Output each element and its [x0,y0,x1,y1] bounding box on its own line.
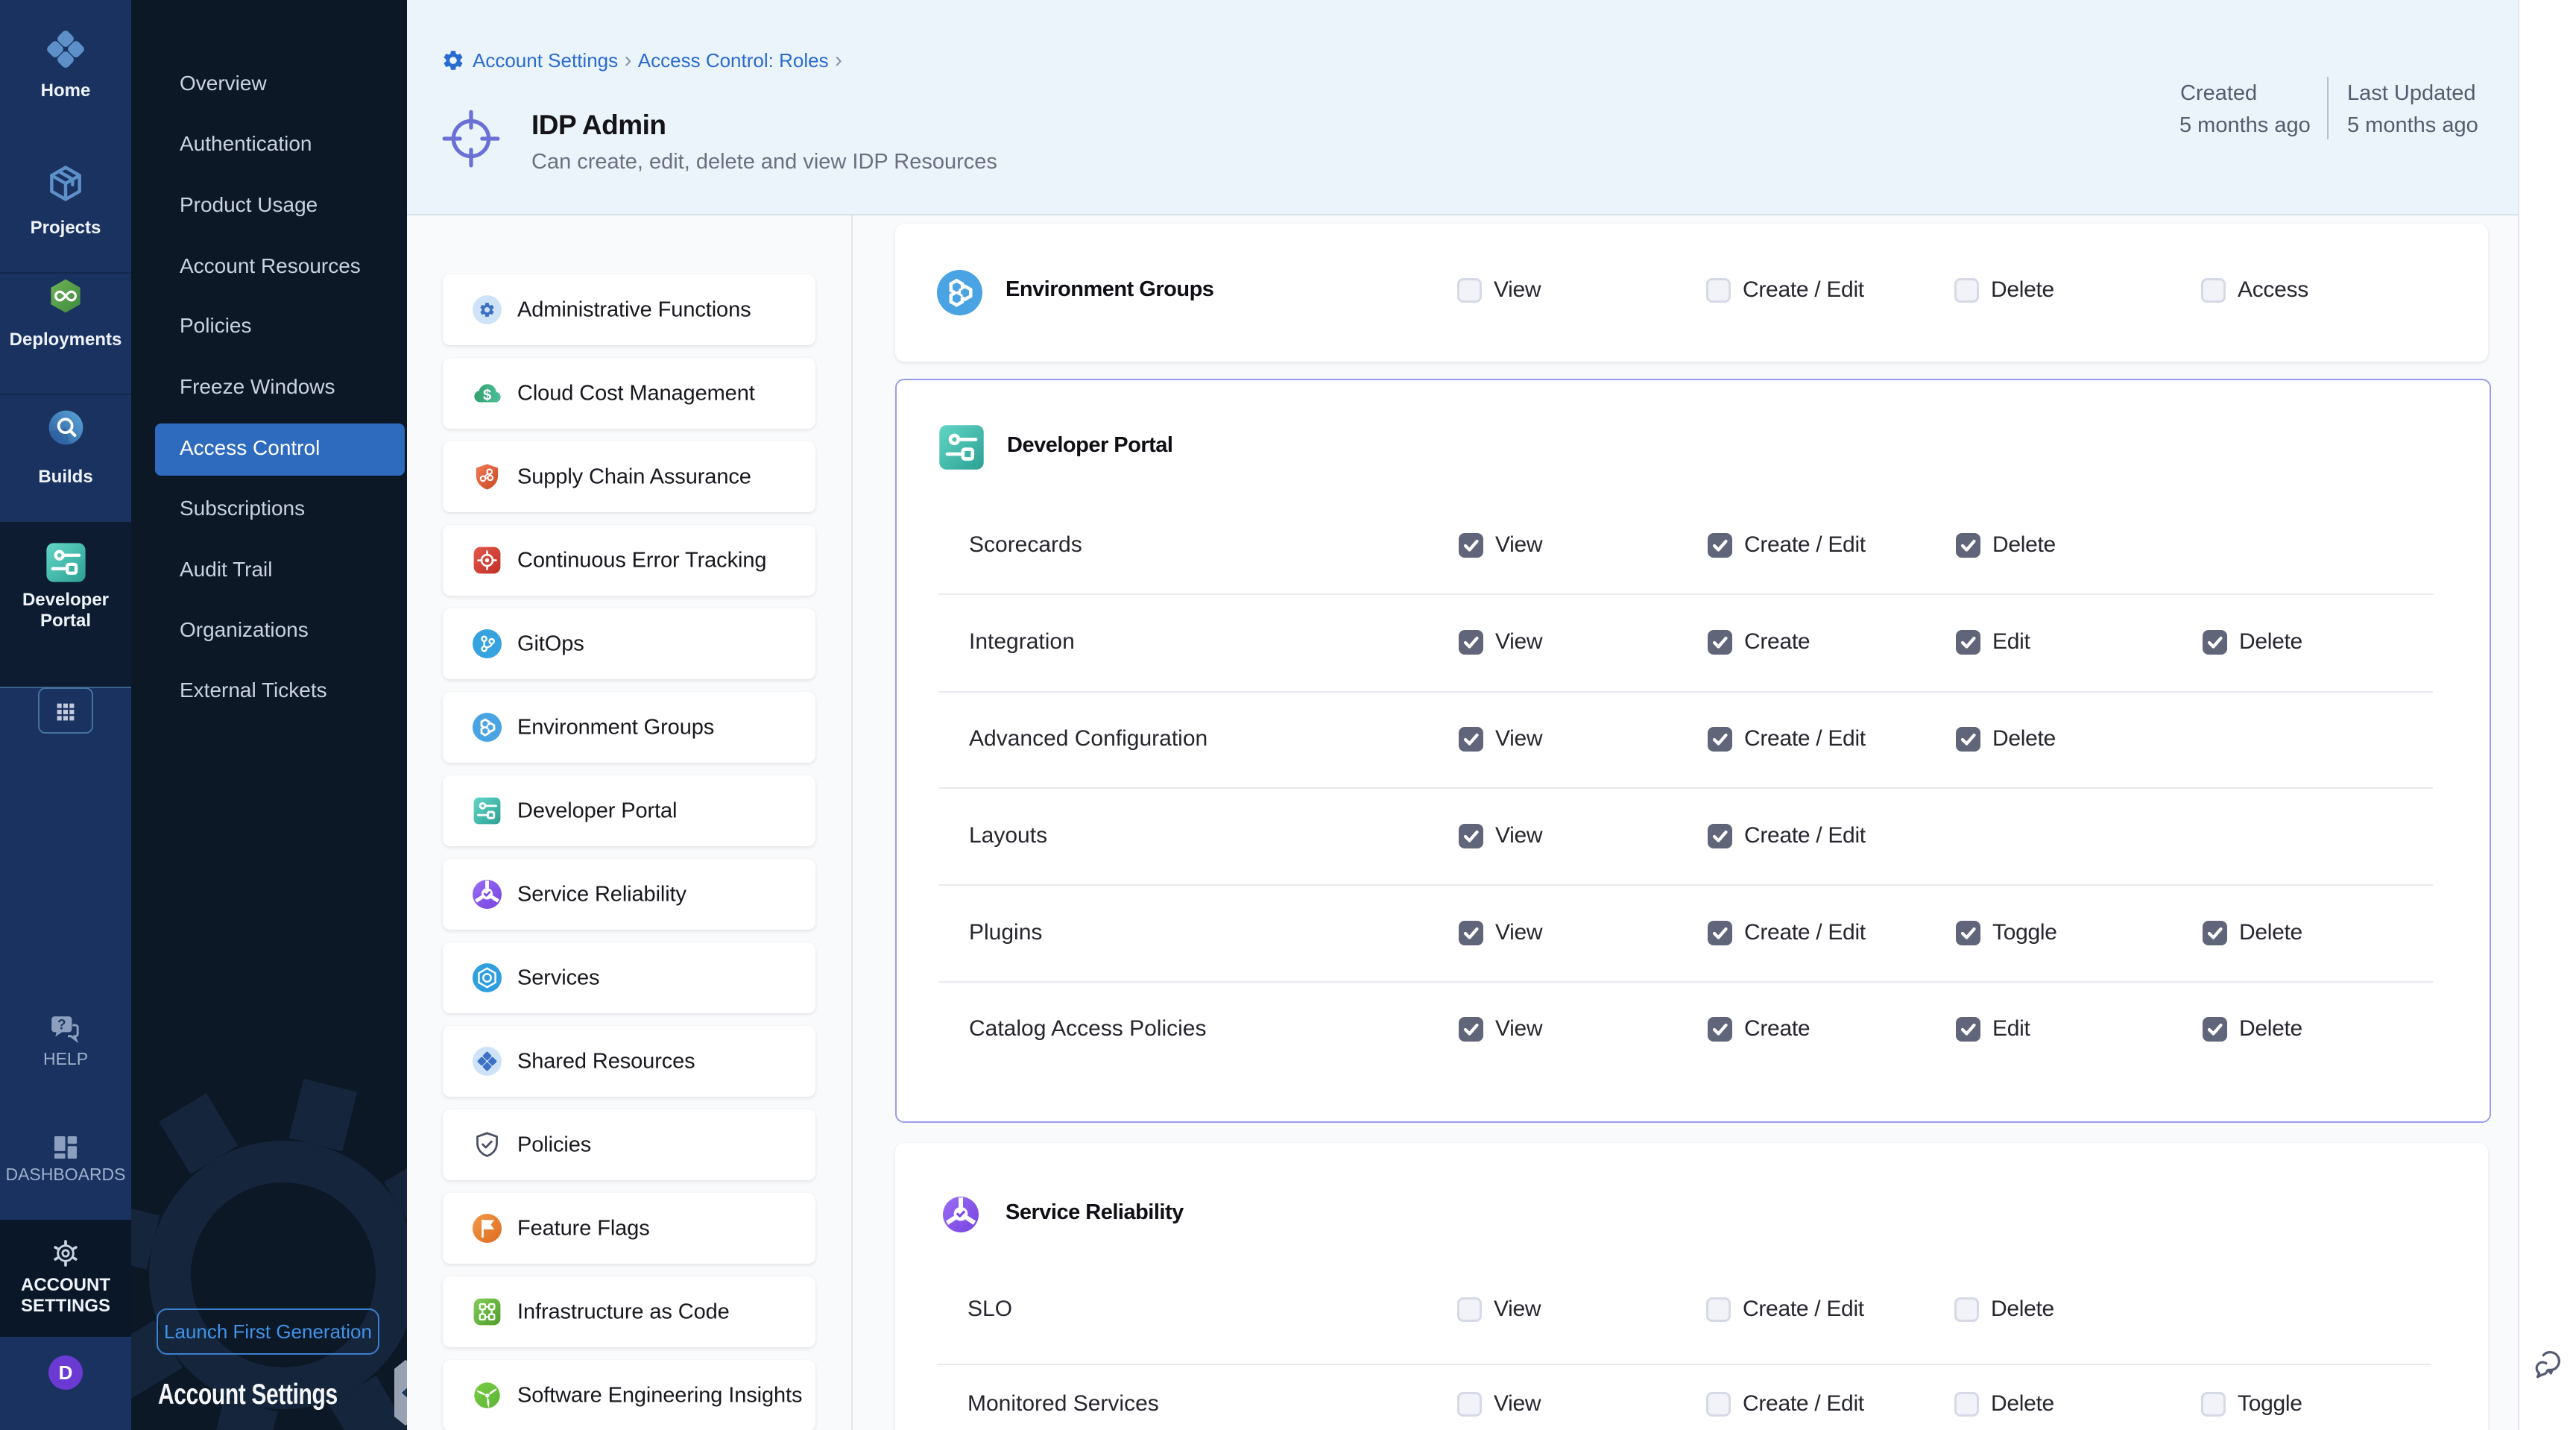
svg-text:$: $ [483,388,491,404]
svg-text:?: ? [57,1017,66,1033]
